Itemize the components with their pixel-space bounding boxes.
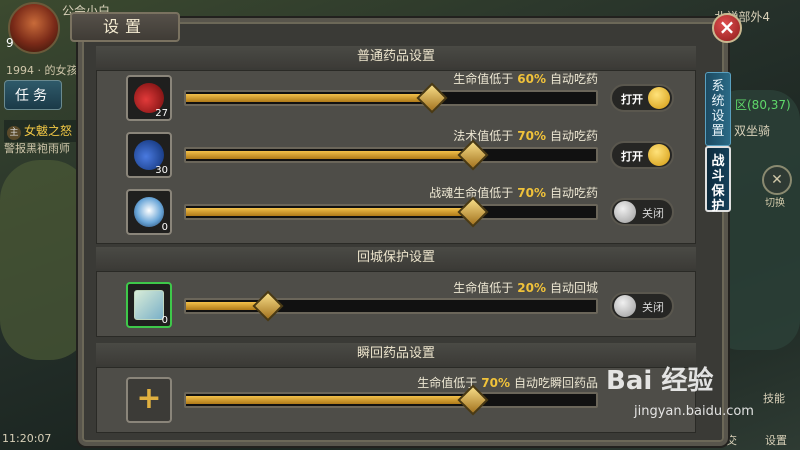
row-label: 生命值低于 70% 自动吃瞬回药品 (417, 374, 598, 391)
item-count: 0 (161, 222, 168, 233)
row-label: 战魂生命值低于 70% 自动吃药 (429, 184, 598, 201)
auto-return-toggle[interactable]: 关闭 (610, 292, 674, 320)
watermark-url: jingyan.baidu.com (634, 404, 754, 419)
toggle-label: 关闭 (642, 207, 664, 220)
action-text: 自动吃瞬回药品 (513, 376, 598, 390)
toggle-knob (648, 87, 670, 109)
task-button[interactable]: 任务 (4, 80, 62, 110)
quest-description: 警报黑袍雨师 (4, 142, 70, 155)
toggle-label: 打开 (621, 150, 643, 163)
auto-spirit-toggle[interactable]: 关闭 (610, 198, 674, 226)
toggle-knob (614, 201, 636, 223)
add-item-icon[interactable]: + (126, 377, 172, 423)
action-text: 自动吃药 (549, 129, 598, 143)
quest-title: 女魃之怒 (24, 124, 73, 138)
row-label: 生命值低于 60% 自动吃药 (453, 70, 598, 87)
return-threshold-slider[interactable] (184, 290, 598, 322)
slider-fill (186, 396, 473, 404)
blue-potion-icon[interactable]: 30 (126, 132, 172, 178)
settings-button[interactable]: 设置 (765, 432, 787, 448)
condition-text: 生命值低于 (453, 72, 514, 86)
player-avatar[interactable] (8, 2, 60, 54)
clock: 11:20:07 (2, 432, 52, 445)
return-scroll-glyph (134, 290, 164, 320)
item-count: 27 (155, 108, 168, 119)
threshold-value: 70% (481, 376, 510, 390)
threshold-value: 60% (517, 72, 546, 86)
baidu-watermark: Bai 经验 jingyan.baidu.com (606, 360, 754, 419)
condition-text: 法术值低于 (453, 129, 514, 143)
spirit-threshold-slider[interactable] (184, 196, 598, 228)
skill-button[interactable]: 技能 (763, 390, 785, 406)
tab-combat-protection[interactable]: 战斗保护 (705, 146, 731, 214)
dialog-title: 设置 (70, 12, 180, 42)
section-normal-potions: 普通药品设置 (96, 46, 696, 68)
mount-text[interactable]: 双坐骑 (734, 122, 770, 139)
red-potion-icon[interactable]: 27 (126, 75, 172, 121)
section-return-protection: 回城保护设置 (96, 247, 696, 269)
item-count: 0 (161, 315, 168, 326)
slider-fill (186, 151, 473, 159)
hp-threshold-slider[interactable] (184, 82, 598, 114)
toggle-knob (614, 295, 636, 317)
auto-potion-toggle[interactable]: 打开 (610, 84, 674, 112)
threshold-value: 70% (517, 129, 546, 143)
map-coordinates: 区(80,37) (735, 98, 791, 112)
spirit-potion-glyph (134, 197, 164, 227)
player-level: 9 (6, 36, 14, 50)
spirit-potion-icon[interactable]: 0 (126, 189, 172, 235)
auto-mana-toggle[interactable]: 打开 (610, 141, 674, 169)
toggle-knob (648, 144, 670, 166)
tab-system-settings[interactable]: 系统设置 (705, 72, 731, 146)
action-text: 自动吃药 (549, 186, 598, 200)
switch-label: 切换 (765, 198, 785, 209)
slider-fill (186, 94, 432, 102)
player-name-text: 1994 · 的女孩 (6, 64, 78, 77)
action-text: 自动回城 (549, 281, 598, 295)
watermark-brand: Bai 经验 (606, 366, 714, 396)
threshold-value: 70% (517, 186, 546, 200)
return-scroll-icon[interactable]: 0 (126, 282, 172, 328)
slider-fill (186, 208, 473, 216)
toggle-label: 打开 (621, 93, 643, 106)
switch-icon[interactable]: ✕ (762, 165, 792, 195)
scene-foliage (0, 160, 90, 360)
instant-threshold-slider[interactable] (184, 384, 598, 416)
main-quest-tag: 主 (7, 126, 21, 140)
row-label: 生命值低于 20% 自动回城 (453, 279, 598, 296)
threshold-value: 20% (517, 281, 546, 295)
item-count: 30 (155, 165, 168, 176)
toggle-label: 关闭 (642, 301, 664, 314)
mp-threshold-slider[interactable] (184, 139, 598, 171)
condition-text: 生命值低于 (453, 281, 514, 295)
quest-tracker[interactable]: 主女魃之怒 (4, 120, 78, 142)
close-icon[interactable]: × (712, 13, 742, 43)
plus-icon: + (136, 381, 162, 416)
action-text: 自动吃药 (549, 72, 598, 86)
